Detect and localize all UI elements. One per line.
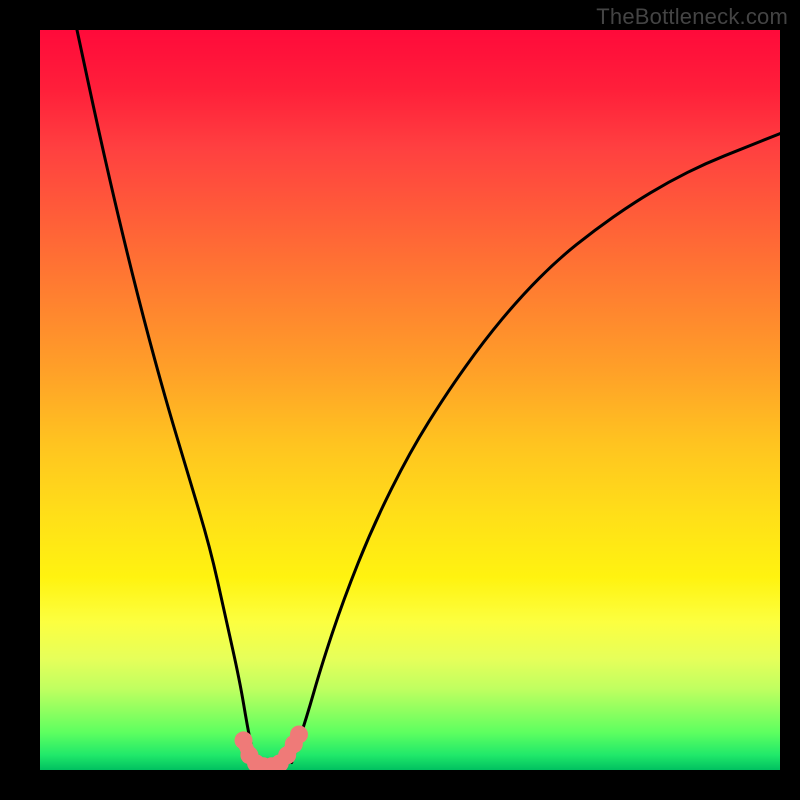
left-branch-curve <box>77 30 255 763</box>
watermark-text: TheBottleneck.com <box>596 4 788 30</box>
chart-frame: TheBottleneck.com <box>0 0 800 800</box>
plot-area <box>40 30 780 770</box>
right-branch-curve <box>292 134 780 763</box>
minimum-marker <box>235 725 309 770</box>
curve-layer <box>40 30 780 770</box>
